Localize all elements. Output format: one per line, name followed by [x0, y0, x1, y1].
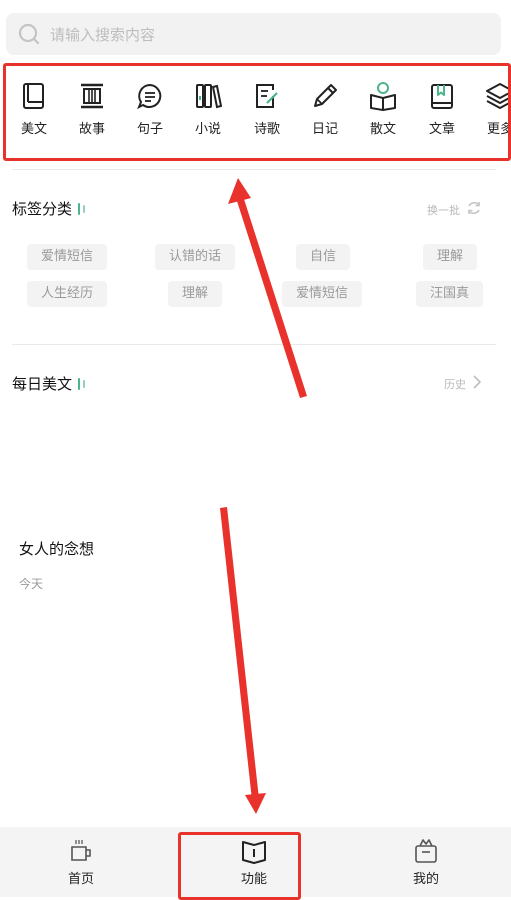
- category-wenzhang[interactable]: 文章: [420, 80, 464, 152]
- chevron-right-icon: [472, 375, 482, 392]
- category-xiaoshuo[interactable]: 小说: [186, 80, 230, 152]
- open-book-icon: [241, 838, 267, 864]
- note-edit-icon: [252, 80, 282, 112]
- article-date: 今天: [19, 577, 44, 591]
- search-bar[interactable]: 请输入搜索内容: [6, 13, 501, 55]
- history-label: 历史: [444, 377, 466, 391]
- search-input[interactable]: 请输入搜索内容: [50, 24, 155, 45]
- tags-section-title: 标签分类: [12, 198, 86, 219]
- nav-profile[interactable]: 我的: [366, 827, 486, 897]
- nav-label: 首页: [67, 871, 94, 887]
- chat-bubble-icon: [135, 80, 165, 112]
- tag-chip[interactable]: 爱情短信: [27, 244, 108, 270]
- tag-chip[interactable]: 人生经历: [27, 281, 108, 307]
- tag-chip[interactable]: 理解: [168, 281, 223, 307]
- category-label: 日记: [311, 122, 338, 137]
- category-gengduo[interactable]: 更多: [478, 80, 511, 152]
- history-button[interactable]: 历史: [444, 375, 482, 392]
- category-label: 散文: [369, 122, 396, 137]
- reading-icon: [368, 80, 398, 112]
- books-icon: [193, 80, 223, 112]
- category-meiwen[interactable]: 美文: [12, 80, 56, 152]
- nav-home[interactable]: 首页: [21, 827, 141, 897]
- category-riji[interactable]: 日记: [303, 80, 347, 152]
- bookmark-book-icon: [427, 80, 457, 112]
- category-label: 文章: [428, 122, 455, 137]
- tag-chip[interactable]: 汪国真: [416, 281, 484, 307]
- nav-label: 功能: [240, 871, 267, 887]
- scroll-icon: [77, 80, 107, 112]
- arrowhead-down: [245, 793, 266, 814]
- bottom-nav: 首页 功能 我的: [0, 827, 511, 897]
- pencil-icon: [310, 80, 340, 112]
- tag-chip[interactable]: 理解: [423, 244, 478, 270]
- tag-chip[interactable]: 自信: [296, 244, 351, 270]
- category-label: 美文: [20, 122, 47, 137]
- nav-features[interactable]: 功能: [194, 827, 314, 897]
- category-label: 更多: [486, 122, 511, 137]
- daily-section-title: 每日美文: [12, 373, 86, 394]
- search-icon: [16, 21, 42, 47]
- tags-title-text: 标签分类: [12, 200, 73, 218]
- title-accent-icon: [78, 202, 86, 215]
- nav-label: 我的: [412, 871, 439, 887]
- category-gushi[interactable]: 故事: [70, 80, 114, 152]
- category-label: 句子: [136, 122, 163, 137]
- tag-chip[interactable]: 认错的话: [155, 244, 236, 270]
- book-icon: [19, 80, 49, 112]
- divider: [12, 344, 496, 345]
- refresh-label: 换一批: [427, 203, 460, 217]
- article-title[interactable]: 女人的念想: [19, 538, 94, 559]
- category-sanwen[interactable]: 散文: [361, 80, 405, 152]
- category-juzi[interactable]: 句子: [128, 80, 172, 152]
- category-label: 故事: [78, 122, 105, 137]
- daily-title-text: 每日美文: [12, 375, 73, 393]
- refresh-button[interactable]: 换一批: [427, 200, 482, 219]
- divider: [12, 169, 496, 170]
- layers-icon: [485, 80, 511, 112]
- arrowhead-up: [228, 178, 251, 204]
- title-accent-icon: [78, 377, 86, 390]
- category-label: 小说: [194, 122, 221, 137]
- category-row: 美文 故事 句子 小说 诗歌 日记 散文 文章 更多: [0, 80, 511, 152]
- coffee-cup-icon: [68, 838, 94, 864]
- arrow-down: [220, 507, 259, 800]
- gift-box-icon: [413, 838, 439, 864]
- refresh-icon: [466, 200, 482, 219]
- tag-chip[interactable]: 爱情短信: [282, 281, 363, 307]
- category-label: 诗歌: [253, 122, 280, 137]
- category-shige[interactable]: 诗歌: [245, 80, 289, 152]
